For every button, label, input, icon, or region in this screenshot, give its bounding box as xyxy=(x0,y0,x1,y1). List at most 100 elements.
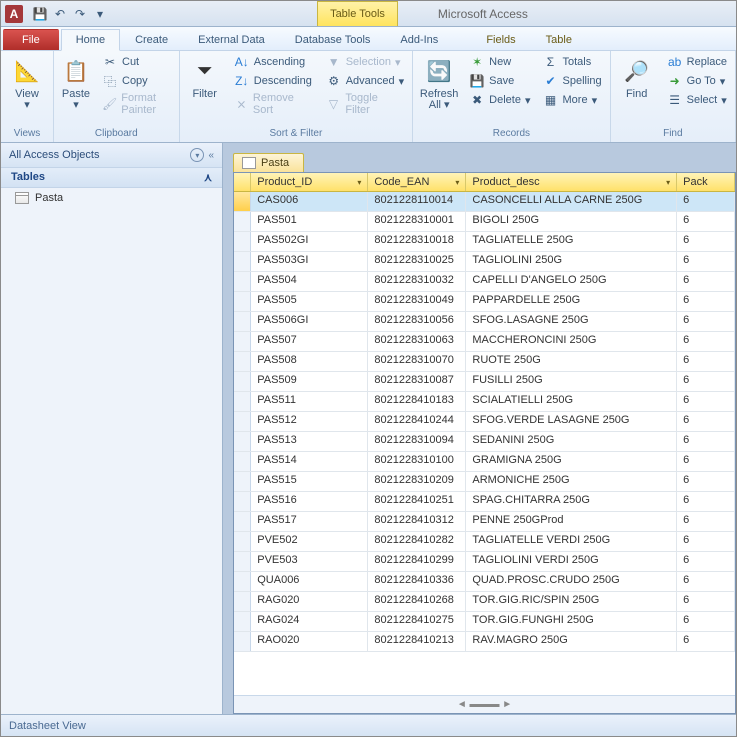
col-product-desc[interactable]: Product_desc▾ xyxy=(466,173,677,191)
table-row[interactable]: QUA0068021228410336QUAD.PROSC.CRUDO 250G… xyxy=(234,572,735,592)
horizontal-scrollbar[interactable]: ◄ ▬▬▬ ► xyxy=(234,695,735,713)
cell-pack[interactable]: 6 xyxy=(677,272,735,291)
cell-code-ean[interactable]: 8021228310032 xyxy=(368,272,466,291)
table-row[interactable]: PAS5128021228410244SFOG.VERDE LASAGNE 25… xyxy=(234,412,735,432)
cell-pack[interactable]: 6 xyxy=(677,212,735,231)
cell-product-id[interactable]: PVE502 xyxy=(251,532,368,551)
cell-pack[interactable]: 6 xyxy=(677,412,735,431)
cell-pack[interactable]: 6 xyxy=(677,192,735,211)
row-selector[interactable] xyxy=(234,372,251,391)
table-row[interactable]: PAS5118021228410183SCIALATIELLI 250G6 xyxy=(234,392,735,412)
cell-code-ean[interactable]: 8021228410336 xyxy=(368,572,466,591)
row-selector[interactable] xyxy=(234,392,251,411)
cell-pack[interactable]: 6 xyxy=(677,492,735,511)
grid-body[interactable]: CAS0068021228110014CASONCELLI ALLA CARNE… xyxy=(234,192,735,695)
cell-product-id[interactable]: PAS505 xyxy=(251,292,368,311)
cell-product-desc[interactable]: GRAMIGNA 250G xyxy=(466,452,677,471)
cell-product-desc[interactable]: TOR.GIG.RIC/SPIN 250G xyxy=(466,592,677,611)
cell-product-id[interactable]: PAS515 xyxy=(251,472,368,491)
tab-table[interactable]: Table xyxy=(531,29,587,50)
find-button[interactable]: 🔎 Find xyxy=(615,53,659,102)
row-selector[interactable] xyxy=(234,272,251,291)
cell-product-id[interactable]: PAS508 xyxy=(251,352,368,371)
cell-product-id[interactable]: CAS006 xyxy=(251,192,368,211)
cell-code-ean[interactable]: 8021228410299 xyxy=(368,552,466,571)
cell-pack[interactable]: 6 xyxy=(677,332,735,351)
cell-product-desc[interactable]: BIGOLI 250G xyxy=(466,212,677,231)
replace-button[interactable]: abReplace xyxy=(663,53,731,71)
col-pack[interactable]: Pack xyxy=(677,173,735,191)
table-row[interactable]: RAG0208021228410268TOR.GIG.RIC/SPIN 250G… xyxy=(234,592,735,612)
cell-code-ean[interactable]: 8021228410213 xyxy=(368,632,466,651)
cell-product-desc[interactable]: RUOTE 250G xyxy=(466,352,677,371)
undo-icon[interactable]: ↶ xyxy=(51,5,69,23)
row-selector[interactable] xyxy=(234,432,251,451)
nav-item-pasta[interactable]: Pasta xyxy=(1,188,222,208)
row-selector[interactable] xyxy=(234,452,251,471)
cell-product-desc[interactable]: SEDANINI 250G xyxy=(466,432,677,451)
cell-pack[interactable]: 6 xyxy=(677,572,735,591)
cell-product-desc[interactable]: MACCHERONCINI 250G xyxy=(466,332,677,351)
cell-code-ean[interactable]: 8021228310094 xyxy=(368,432,466,451)
more-button[interactable]: ▦More ▾ xyxy=(539,91,606,109)
table-row[interactable]: PVE5038021228410299TAGLIOLINI VERDI 250G… xyxy=(234,552,735,572)
cell-code-ean[interactable]: 8021228310018 xyxy=(368,232,466,251)
cell-code-ean[interactable]: 8021228110014 xyxy=(368,192,466,211)
cell-pack[interactable]: 6 xyxy=(677,452,735,471)
view-button[interactable]: 📐 View▾ xyxy=(5,53,49,113)
table-row[interactable]: PAS5148021228310100GRAMIGNA 250G6 xyxy=(234,452,735,472)
descending-button[interactable]: Z↓Descending xyxy=(230,72,318,90)
cell-pack[interactable]: 6 xyxy=(677,352,735,371)
table-row[interactable]: PAS5078021228310063MACCHERONCINI 250G6 xyxy=(234,332,735,352)
cell-code-ean[interactable]: 8021228310056 xyxy=(368,312,466,331)
cell-pack[interactable]: 6 xyxy=(677,512,735,531)
cell-pack[interactable]: 6 xyxy=(677,472,735,491)
cell-product-id[interactable]: PAS501 xyxy=(251,212,368,231)
cell-product-desc[interactable]: TAGLIOLINI 250G xyxy=(466,252,677,271)
cell-product-id[interactable]: QUA006 xyxy=(251,572,368,591)
row-selector[interactable] xyxy=(234,492,251,511)
spelling-button[interactable]: ✔Spelling xyxy=(539,72,606,90)
advanced-button[interactable]: ⚙Advanced ▾ xyxy=(322,72,408,90)
cell-product-id[interactable]: PAS514 xyxy=(251,452,368,471)
row-selector[interactable] xyxy=(234,252,251,271)
cell-product-desc[interactable]: CAPELLI D'ANGELO 250G xyxy=(466,272,677,291)
row-selector[interactable] xyxy=(234,632,251,651)
cell-code-ean[interactable]: 8021228310087 xyxy=(368,372,466,391)
qat-dropdown-icon[interactable]: ▾ xyxy=(91,5,109,23)
cell-product-desc[interactable]: ARMONICHE 250G xyxy=(466,472,677,491)
table-row[interactable]: PAS5088021228310070RUOTE 250G6 xyxy=(234,352,735,372)
cell-product-id[interactable]: PAS516 xyxy=(251,492,368,511)
chevron-down-icon[interactable]: ▾ xyxy=(357,178,361,187)
cell-product-desc[interactable]: RAV.MAGRO 250G xyxy=(466,632,677,651)
cell-pack[interactable]: 6 xyxy=(677,312,735,331)
cell-code-ean[interactable]: 8021228310070 xyxy=(368,352,466,371)
copy-button[interactable]: ⿻Copy xyxy=(98,72,175,90)
cell-product-desc[interactable]: TAGLIOLINI VERDI 250G xyxy=(466,552,677,571)
table-row[interactable]: PAS5098021228310087FUSILLI 250G6 xyxy=(234,372,735,392)
cell-code-ean[interactable]: 8021228410183 xyxy=(368,392,466,411)
redo-icon[interactable]: ↷ xyxy=(71,5,89,23)
row-selector[interactable] xyxy=(234,292,251,311)
table-row[interactable]: PAS506GI8021228310056SFOG.LASAGNE 250G6 xyxy=(234,312,735,332)
cell-product-desc[interactable]: TAGLIATELLE VERDI 250G xyxy=(466,532,677,551)
cell-product-id[interactable]: PAS511 xyxy=(251,392,368,411)
table-row[interactable]: PAS502GI8021228310018TAGLIATELLE 250G6 xyxy=(234,232,735,252)
totals-button[interactable]: ΣTotals xyxy=(539,53,606,71)
cell-product-id[interactable]: PVE503 xyxy=(251,552,368,571)
cell-product-desc[interactable]: TOR.GIG.FUNGHI 250G xyxy=(466,612,677,631)
nav-collapse-icon[interactable]: « xyxy=(208,150,214,161)
cell-code-ean[interactable]: 8021228310100 xyxy=(368,452,466,471)
row-selector[interactable] xyxy=(234,472,251,491)
tab-fields[interactable]: Fields xyxy=(471,29,530,50)
table-row[interactable]: PAS5138021228310094SEDANINI 250G6 xyxy=(234,432,735,452)
save-button[interactable]: 💾Save xyxy=(465,72,534,90)
cell-product-desc[interactable]: SFOG.LASAGNE 250G xyxy=(466,312,677,331)
table-row[interactable]: PAS503GI8021228310025TAGLIOLINI 250G6 xyxy=(234,252,735,272)
row-selector[interactable] xyxy=(234,612,251,631)
col-code-ean[interactable]: Code_EAN▾ xyxy=(368,173,466,191)
cell-code-ean[interactable]: 8021228310049 xyxy=(368,292,466,311)
row-selector[interactable] xyxy=(234,572,251,591)
row-selector[interactable] xyxy=(234,592,251,611)
cell-code-ean[interactable]: 8021228410268 xyxy=(368,592,466,611)
